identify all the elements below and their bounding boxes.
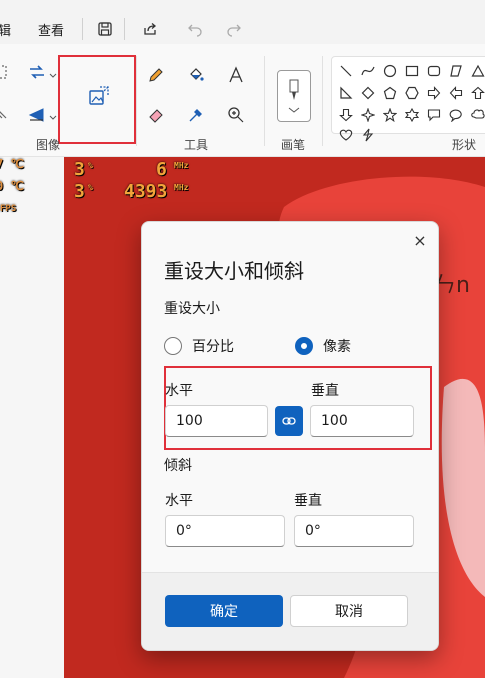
menu-bar: 辑 查看 xyxy=(0,0,485,44)
resize-vertical-label: 垂直 xyxy=(311,383,339,399)
cancel-button[interactable]: 取消 xyxy=(290,595,408,627)
skew-heading: 倾斜 xyxy=(164,458,192,474)
menu-divider xyxy=(82,18,83,40)
fill-icon[interactable] xyxy=(183,62,209,88)
resize-highlight xyxy=(58,55,136,144)
oval-shape-icon[interactable] xyxy=(381,62,399,80)
radio-percent-label: 百分比 xyxy=(192,339,234,355)
osd-left-row-1: 7 ℃ xyxy=(0,157,24,171)
link-icon xyxy=(282,417,296,425)
magnifier-icon[interactable] xyxy=(223,102,249,128)
resize-skew-dialog: × 重设大小和倾斜 重设大小 百分比 像素 水平 垂直 100 100 倾斜 水… xyxy=(141,221,439,651)
osd-left-row-2: 0 ℃ xyxy=(0,179,24,193)
cloud-callout-shape-icon[interactable] xyxy=(469,106,485,124)
svg-text:ㄣn: ㄣn xyxy=(434,273,470,298)
resize-horizontal-input[interactable]: 100 xyxy=(165,405,268,437)
group-label-brushes: 画笔 xyxy=(281,138,306,152)
eraser-icon[interactable] xyxy=(143,102,169,128)
four-point-star-shape-icon[interactable] xyxy=(359,106,377,124)
text-icon[interactable] xyxy=(223,62,249,88)
diamond-shape-icon[interactable] xyxy=(359,84,377,102)
ribbon: 图像 工具 画笔 形状 xyxy=(0,44,485,157)
resize-vertical-input[interactable]: 100 xyxy=(310,405,414,437)
osd-row2-unit-a: % xyxy=(88,183,93,192)
skew-horizontal-input[interactable]: 0° xyxy=(165,515,285,547)
crop-icon[interactable] xyxy=(0,102,14,128)
right-triangle-shape-icon[interactable] xyxy=(337,84,355,102)
radio-percent-indicator[interactable] xyxy=(164,337,182,355)
osd-row2-value-a: 3 xyxy=(74,181,85,202)
left-panel: 7 ℃ 0 ℃ FPS xyxy=(0,157,64,678)
shapes-gallery xyxy=(331,56,485,134)
undo-icon[interactable] xyxy=(183,16,207,42)
down-arrow-shape-icon[interactable] xyxy=(337,106,355,124)
radio-pixels[interactable]: 像素 xyxy=(295,336,351,356)
ribbon-divider xyxy=(136,56,137,146)
share-icon[interactable] xyxy=(138,16,162,42)
triangle-shape-icon[interactable] xyxy=(469,62,485,80)
select-icon[interactable] xyxy=(0,60,14,86)
ribbon-divider xyxy=(322,56,323,146)
dialog-title: 重设大小和倾斜 xyxy=(164,259,304,283)
oval-callout-shape-icon[interactable] xyxy=(447,106,465,124)
left-arrow-shape-icon[interactable] xyxy=(447,84,465,102)
rectangle-callout-shape-icon[interactable] xyxy=(425,106,443,124)
menu-view[interactable]: 查看 xyxy=(38,20,64,39)
pencil-icon[interactable] xyxy=(143,62,169,88)
menu-divider xyxy=(124,18,125,40)
curve-shape-icon[interactable] xyxy=(359,62,377,80)
radio-pixels-indicator[interactable] xyxy=(295,337,313,355)
six-point-star-shape-icon[interactable] xyxy=(403,106,421,124)
menu-edit[interactable]: 辑 xyxy=(0,20,11,39)
save-icon[interactable] xyxy=(93,16,117,42)
radio-pixels-label: 像素 xyxy=(323,339,351,355)
brush-button[interactable] xyxy=(277,70,311,122)
osd-left-row-3: FPS xyxy=(0,204,17,214)
osd-row1-unit-b: MHz xyxy=(174,161,189,170)
line-shape-icon[interactable] xyxy=(337,62,355,80)
heart-shape-icon[interactable] xyxy=(337,128,355,142)
lightning-shape-icon[interactable] xyxy=(359,128,377,142)
five-point-star-shape-icon[interactable] xyxy=(381,106,399,124)
osd-row1-unit-a: % xyxy=(88,161,93,170)
color-picker-icon[interactable] xyxy=(183,102,209,128)
group-label-image: 图像 xyxy=(36,138,61,152)
up-arrow-shape-icon[interactable] xyxy=(469,84,485,102)
skew-vertical-input[interactable]: 0° xyxy=(294,515,414,547)
skew-vertical-label: 垂直 xyxy=(294,493,322,509)
rounded-rectangle-shape-icon[interactable] xyxy=(425,62,443,80)
aspect-ratio-link-button[interactable] xyxy=(275,406,303,436)
osd-row2-unit-b: MHz xyxy=(174,183,189,192)
polygon-shape-icon[interactable] xyxy=(447,62,465,80)
radio-percent[interactable]: 百分比 xyxy=(164,336,234,356)
group-label-shapes: 形状 xyxy=(452,138,477,152)
osd-row1-value-a: 3 xyxy=(74,159,85,180)
ribbon-divider xyxy=(264,56,265,146)
group-label-tools: 工具 xyxy=(184,138,209,152)
rectangle-shape-icon[interactable] xyxy=(403,62,421,80)
close-icon[interactable]: × xyxy=(408,228,432,252)
osd-row1-value-b: 6 xyxy=(156,159,167,180)
resize-horizontal-label: 水平 xyxy=(165,383,193,399)
dialog-footer: 确定 取消 xyxy=(142,572,438,650)
right-arrow-shape-icon[interactable] xyxy=(425,84,443,102)
redo-icon[interactable] xyxy=(222,16,246,42)
hexagon-shape-icon[interactable] xyxy=(403,84,421,102)
skew-horizontal-label: 水平 xyxy=(165,493,193,509)
ok-button[interactable]: 确定 xyxy=(165,595,283,627)
resize-heading: 重设大小 xyxy=(164,301,220,317)
osd-row2-value-b: 4393 xyxy=(124,181,168,202)
pentagon-shape-icon[interactable] xyxy=(381,84,399,102)
